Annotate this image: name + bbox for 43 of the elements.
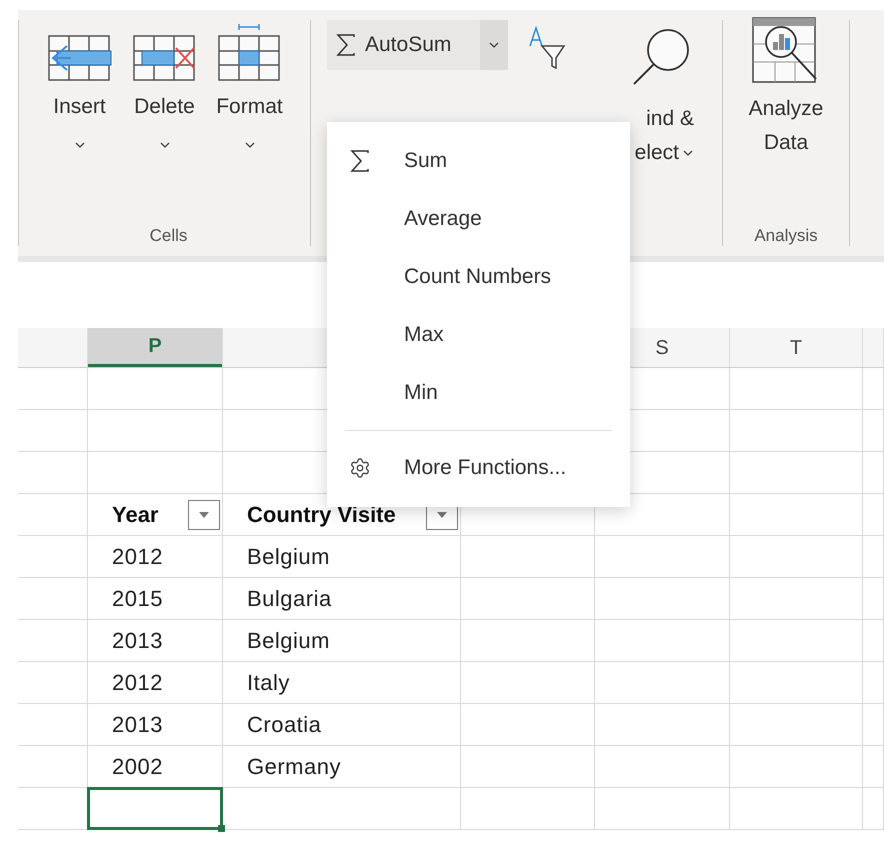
sigma-icon [349,149,371,173]
table-cell-text: Belgium [247,543,330,571]
group-label: Analysis [754,227,818,244]
selected-cell[interactable] [87,787,223,830]
table-cell-text: Germany [247,753,341,781]
table-cell-text: 2012 [112,669,163,697]
chevron-down-icon [488,41,500,49]
dropdown-arrow-icon [199,512,209,518]
dropdown-arrow-icon [437,512,447,518]
settings-icon [349,457,371,479]
table-cell-text: 2015 [112,585,163,613]
sort-filter-icon [528,26,568,70]
table-header: Country Visite [247,501,396,529]
table-cell-text: Bulgaria [247,585,332,613]
column-header[interactable]: T [730,328,862,367]
sigma-icon [335,33,357,57]
table-cell-text: 2013 [112,711,163,739]
chevron-down-icon [244,141,256,150]
menu-item[interactable]: Average [327,190,630,248]
chevron-down-icon [74,140,86,149]
column-header[interactable]: P [88,328,222,367]
ribbon-button[interactable]: Insert [37,20,122,160]
ribbon-button[interactable]: Delete [122,20,207,160]
table-cell-text: 2013 [112,627,163,655]
menu-item[interactable]: More Functions... [327,439,630,497]
table-cell-text: Croatia [247,711,322,739]
table-cell-text: 2002 [112,753,163,781]
menu-item[interactable]: Sum [327,132,630,190]
table-header: Year [112,501,158,529]
chevron-down-icon [682,149,694,157]
table-cell-text: 2012 [112,543,163,571]
table-cell-text: Belgium [247,627,330,655]
filter-button[interactable] [188,500,220,530]
menu-item[interactable]: Min [327,364,630,422]
analyze-data-button[interactable]: Analyze Data [748,20,824,160]
menu-item[interactable]: Count Numbers [327,248,630,306]
format-cells-icon [216,24,282,84]
group-label: Cells [150,227,188,244]
table-cell-text: Italy [247,669,290,697]
find-select-button[interactable]: ind & elect [634,102,694,170]
ribbon-button[interactable]: Format [207,20,292,160]
chevron-down-icon [158,140,170,149]
autosum-button[interactable]: AutoSum [327,20,508,70]
